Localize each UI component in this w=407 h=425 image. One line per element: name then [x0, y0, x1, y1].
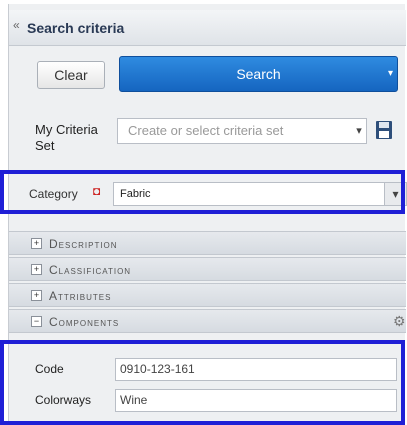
section-label: Description — [49, 237, 118, 251]
clear-button[interactable]: Clear — [37, 61, 105, 89]
expand-icon[interactable]: + — [31, 264, 42, 275]
section-components[interactable]: − Components ⚙ — [9, 309, 406, 333]
gear-icon[interactable]: ⚙ — [393, 313, 406, 330]
search-dropdown-icon[interactable]: ▾ — [388, 57, 393, 91]
expand-icon[interactable]: + — [31, 238, 42, 249]
section-label: Attributes — [49, 289, 112, 303]
section-attributes[interactable]: + Attributes — [9, 283, 406, 307]
highlight-box-components — [0, 340, 405, 425]
panel-header: « Search criteria — [9, 10, 406, 46]
collapse-icon[interactable]: − — [31, 316, 42, 327]
section-classification[interactable]: + Classification — [9, 257, 406, 281]
search-button-label: Search — [236, 66, 281, 82]
double-chevron-left-icon[interactable]: « — [13, 18, 20, 32]
search-button[interactable]: Search ▾ — [119, 56, 398, 92]
criteria-set-label: My Criteria Set — [35, 122, 98, 153]
chevron-down-icon[interactable]: ▾ — [351, 118, 367, 144]
expand-icon[interactable]: + — [31, 290, 42, 301]
panel-title: Search criteria — [27, 20, 125, 36]
section-label: Classification — [49, 263, 132, 277]
section-label: Components — [49, 315, 120, 329]
floppy-disk-icon[interactable] — [375, 120, 393, 140]
highlight-box-category — [0, 170, 405, 214]
criteria-set-select[interactable]: Create or select criteria set — [117, 118, 367, 144]
section-description[interactable]: + Description — [9, 231, 406, 255]
